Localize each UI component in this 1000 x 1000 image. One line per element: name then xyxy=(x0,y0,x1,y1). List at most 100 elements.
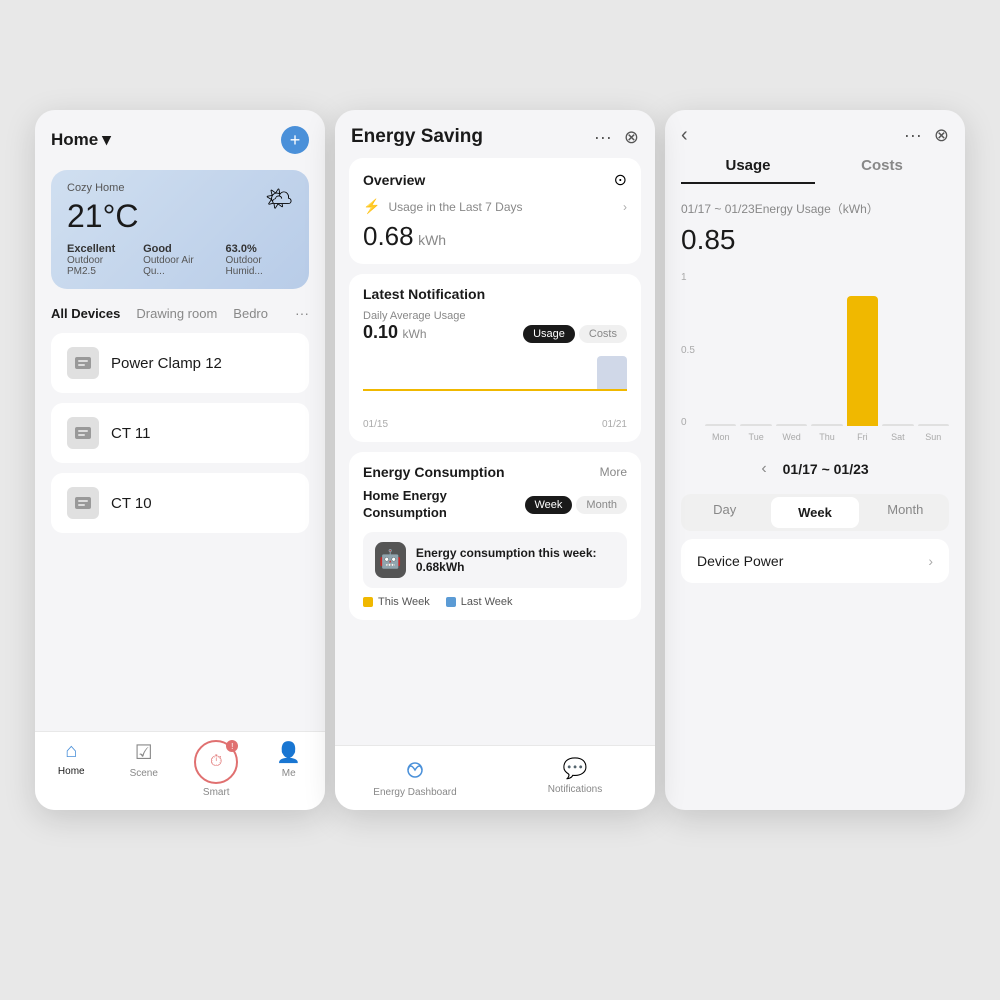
daily-value: 0.10 xyxy=(363,322,398,342)
x-label-sun: Sun xyxy=(918,432,949,442)
costs-tab-button[interactable]: Costs xyxy=(579,325,627,343)
bottom-navigation: ⌂ Home ☑ Scene ⏱ ! Smart 👤 Me xyxy=(35,731,325,810)
week-period-tab[interactable]: Week xyxy=(771,497,858,528)
location-label: Cozy Home xyxy=(67,182,293,194)
bar-tue-fill xyxy=(740,424,771,426)
me-nav-icon: 👤 xyxy=(276,740,301,765)
tab-usage[interactable]: Usage xyxy=(681,157,815,184)
settings-icon[interactable]: ⊙ xyxy=(614,170,627,190)
chart-legend: This Week Last Week xyxy=(363,596,627,608)
home-title[interactable]: Home ▾ xyxy=(51,130,111,150)
prev-period-button[interactable]: ‹ xyxy=(761,460,766,478)
tab-drawing-room[interactable]: Drawing room xyxy=(136,306,217,321)
consumption-section: Energy Consumption More Home EnergyConsu… xyxy=(349,452,641,620)
more-options-icon[interactable]: ··· xyxy=(594,127,612,148)
smart-badge: ! xyxy=(226,740,238,752)
usage-row[interactable]: ⚡ Usage in the Last 7 Days › xyxy=(363,198,627,215)
y-label-05: 0.5 xyxy=(681,345,695,356)
tab-costs[interactable]: Costs xyxy=(815,157,949,184)
overview-header: Overview ⊙ xyxy=(363,170,627,190)
device-list: Power Clamp 12 CT 11 xyxy=(35,329,325,547)
date-range-label: 01/17 ~ 01/23Energy Usage（kWh） xyxy=(665,200,965,218)
month-tab-button[interactable]: Month xyxy=(576,496,627,514)
chart-dates: 01/15 01/21 xyxy=(363,419,627,430)
usage-tab-button[interactable]: Usage xyxy=(523,325,575,343)
smart-circle: ⏱ ! xyxy=(194,740,238,784)
back-button[interactable]: ‹ xyxy=(681,124,688,147)
notifications-tab[interactable]: 💬 Notifications xyxy=(495,756,655,798)
device-power-row[interactable]: Device Power › xyxy=(681,539,949,583)
energy-item-text: Energy consumption this week: 0.68kWh xyxy=(416,546,615,574)
tab-bedroom[interactable]: Bedro xyxy=(233,306,268,321)
tab-all-devices[interactable]: All Devices xyxy=(51,306,120,321)
bar-wed xyxy=(776,272,807,426)
nav-home[interactable]: ⌂ Home xyxy=(35,740,108,798)
stat-air: Good Outdoor Air Qu... xyxy=(143,243,209,277)
daily-value-row: 0.10 kWh xyxy=(363,322,466,343)
close-icon[interactable]: ⊗ xyxy=(934,125,949,146)
header-icons: ··· ⊗ xyxy=(594,127,639,148)
close-icon[interactable]: ⊗ xyxy=(624,127,639,148)
x-label-wed: Wed xyxy=(776,432,807,442)
home-nav-label: Home xyxy=(58,766,85,777)
bar-sat xyxy=(882,272,913,426)
date-navigation: ‹ 01/17 ~ 01/23 xyxy=(665,452,965,486)
robot-icon: 🤖 xyxy=(375,542,406,578)
energy-dashboard-tab[interactable]: Energy Dashboard xyxy=(335,756,495,798)
date-end: 01/21 xyxy=(602,419,627,430)
bar-thu xyxy=(811,272,842,426)
chart-bar xyxy=(597,356,627,391)
week-tab-button[interactable]: Week xyxy=(525,496,573,514)
usage-header-icons: ··· ⊗ xyxy=(904,125,949,146)
bar-thu-fill xyxy=(811,424,842,426)
notifications-label: Notifications xyxy=(548,784,602,795)
y-label-1: 1 xyxy=(681,272,695,283)
this-week-dot xyxy=(363,597,373,607)
daily-usage: Daily Average Usage 0.10 kWh xyxy=(363,310,466,343)
nav-scene[interactable]: ☑ Scene xyxy=(108,740,181,798)
more-link[interactable]: More xyxy=(600,465,627,479)
add-button[interactable]: + xyxy=(281,126,309,154)
day-period-tab[interactable]: Day xyxy=(681,494,768,531)
device-name-ct10: CT 10 xyxy=(111,495,152,512)
weather-stats: Excellent Outdoor PM2.5 Good Outdoor Air… xyxy=(67,243,293,277)
y-label-0: 0 xyxy=(681,417,695,428)
home-header: Home ▾ + xyxy=(35,110,325,162)
stat-pm25: Excellent Outdoor PM2.5 xyxy=(67,243,127,277)
nav-smart[interactable]: ⏱ ! Smart xyxy=(180,740,253,798)
usage-value-row: 0.68 kWh xyxy=(363,221,627,252)
last-week-dot xyxy=(446,597,456,607)
legend-this-week: This Week xyxy=(363,596,430,608)
daily-label: Daily Average Usage xyxy=(363,310,466,322)
tabs-more-icon[interactable]: ··· xyxy=(295,305,309,321)
home-energy-title: Home EnergyConsumption xyxy=(363,488,447,522)
x-label-thu: Thu xyxy=(811,432,842,442)
home-screen: Home ▾ + Cozy Home 21°C 🌤 Excellent Outd… xyxy=(35,110,325,810)
x-label-tue: Tue xyxy=(740,432,771,442)
device-name-ct11: CT 11 xyxy=(111,425,150,442)
bar-mon-fill xyxy=(705,424,736,426)
device-icon-ct10 xyxy=(67,487,99,519)
x-label-sat: Sat xyxy=(882,432,913,442)
list-item[interactable]: Power Clamp 12 xyxy=(51,333,309,393)
usage-unit: kWh xyxy=(418,232,446,248)
usage-chart: 1 0.5 0 xyxy=(665,272,965,452)
more-options-icon[interactable]: ··· xyxy=(904,125,922,146)
temperature-display: 21°C xyxy=(67,198,139,235)
smart-nav-label: Smart xyxy=(203,787,230,798)
bar-sun-fill xyxy=(918,424,949,426)
bar-sat-fill xyxy=(882,424,913,426)
device-power-label: Device Power xyxy=(697,553,783,569)
list-item[interactable]: CT 11 xyxy=(51,403,309,463)
notifications-icon: 💬 xyxy=(563,756,588,781)
month-period-tab[interactable]: Month xyxy=(862,494,949,531)
nav-me[interactable]: 👤 Me xyxy=(253,740,326,798)
date-start: 01/15 xyxy=(363,419,388,430)
usage-costs-screen: ‹ ··· ⊗ Usage Costs 01/17 ~ 01/23Energy … xyxy=(665,110,965,810)
list-item[interactable]: CT 10 xyxy=(51,473,309,533)
period-tab-bar: Day Week Month xyxy=(681,494,949,531)
usage-7days-label: Usage in the Last 7 Days xyxy=(388,200,615,214)
lightning-icon: ⚡ xyxy=(363,198,380,215)
weather-card: Cozy Home 21°C 🌤 Excellent Outdoor PM2.5… xyxy=(51,170,309,289)
home-energy-row: Home EnergyConsumption Week Month xyxy=(363,488,627,522)
